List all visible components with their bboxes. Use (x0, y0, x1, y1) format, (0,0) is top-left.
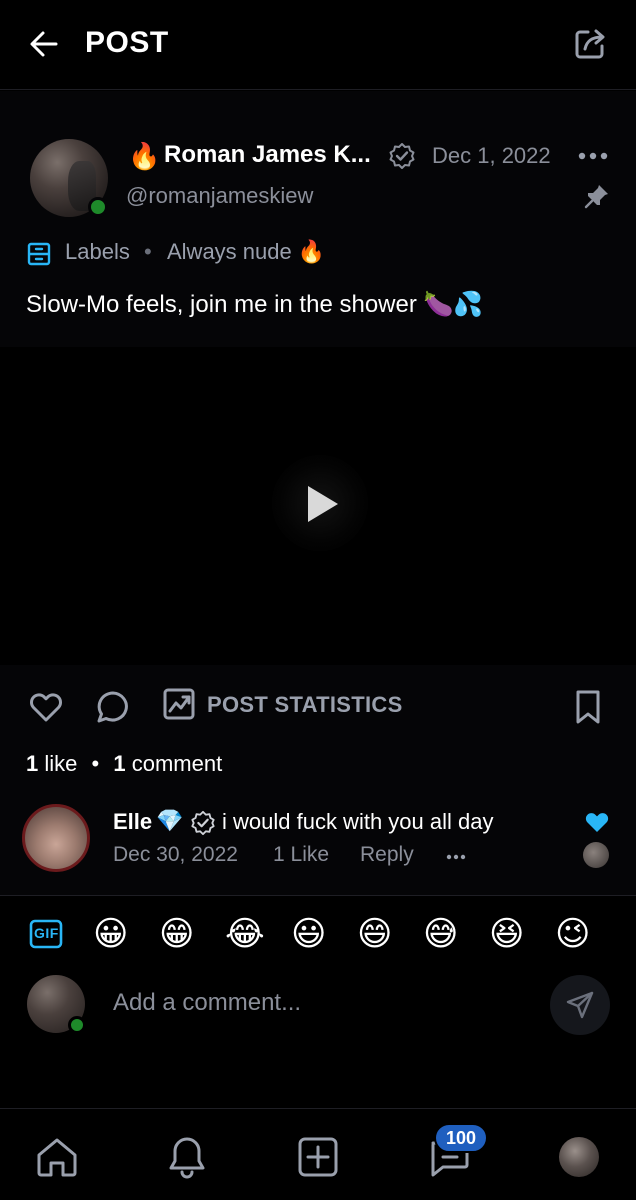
stats-icon (163, 688, 195, 720)
more-icon (446, 854, 466, 860)
gif-button[interactable]: GIF (29, 919, 63, 949)
label-tag[interactable]: Always nude 🔥 (167, 239, 325, 265)
nav-notifications[interactable] (163, 1133, 211, 1181)
post-actions: POST STATISTICS 1 like • 1 comment Elle … (0, 665, 636, 895)
play-button[interactable] (272, 455, 368, 551)
comments-word[interactable]: comment (132, 751, 222, 776)
verified-icon (191, 810, 215, 836)
nav-home[interactable] (33, 1133, 81, 1181)
comment-icon (97, 691, 128, 723)
commenter-name[interactable]: Elle (113, 809, 152, 835)
labels-separator: • (144, 239, 152, 264)
author-handle[interactable]: @romanjameskiew (126, 183, 313, 209)
likes-word[interactable]: like (44, 751, 77, 776)
heart-filled-icon (585, 813, 609, 832)
pin-icon (584, 185, 608, 209)
comment-more-button[interactable] (446, 849, 466, 860)
gif-label: GIF (34, 925, 59, 941)
emoji-tears-of-joy[interactable]: 😂 (225, 914, 265, 954)
play-icon (308, 486, 338, 522)
likes-count: 1 (26, 751, 39, 776)
author-name[interactable]: Roman James K... (164, 141, 371, 169)
more-options-button[interactable] (578, 149, 608, 163)
reply-button[interactable]: Reply (360, 843, 414, 867)
engagement-counts: 1 like • 1 comment (26, 751, 222, 777)
top-bar: POST (0, 0, 636, 90)
comment-text: i would fuck with you all day (222, 809, 494, 834)
comment-composer: GIF 😀 😁 😂 😃 😄 😅 😆 😉 (0, 895, 636, 1108)
emoji-grinning[interactable]: 😀 (93, 914, 128, 954)
emoji-beaming[interactable]: 😁 (159, 914, 194, 954)
like-button[interactable] (28, 689, 64, 725)
label-fire-emoji: 🔥 (297, 239, 326, 264)
comment-date: Dec 30, 2022 (113, 843, 238, 866)
back-button[interactable] (26, 26, 62, 62)
comment-like-count[interactable]: 1 Like (273, 843, 329, 867)
emoji-grinning-big-eyes[interactable]: 😃 (291, 914, 326, 954)
emoji-grinning-smiling-eyes[interactable]: 😄 (357, 914, 392, 954)
emoji-squinting[interactable]: 😆 (489, 914, 524, 954)
back-arrow-icon (30, 31, 58, 57)
post-date: Dec 1, 2022 (432, 143, 551, 168)
share-button[interactable] (570, 24, 610, 64)
share-icon (575, 29, 605, 59)
bookmark-button[interactable] (572, 689, 604, 725)
comments-count: 1 (113, 751, 126, 776)
emoji-sweat-smile[interactable]: 😅 (423, 914, 458, 954)
comment-button[interactable] (95, 689, 131, 725)
fire-emoji: 🔥 (128, 141, 161, 171)
messages-badge: 100 (434, 1123, 488, 1153)
emoji-winking[interactable]: 😉 (555, 914, 590, 954)
bell-icon (169, 1137, 205, 1179)
more-icon (578, 152, 608, 160)
post-text: Slow-Mo feels, join me in the shower 🍆💦 (26, 291, 484, 318)
diamond-badge-emoji: 💎 (156, 808, 184, 833)
labels-label: Labels (65, 239, 130, 264)
label-tag-text: Always nude (167, 239, 292, 264)
comment-like-button[interactable] (585, 811, 609, 833)
online-status-indicator (88, 197, 108, 217)
online-status-indicator (68, 1016, 86, 1034)
heart-icon (30, 693, 62, 722)
nav-profile-avatar[interactable] (559, 1137, 599, 1177)
counts-separator: • (91, 751, 100, 776)
add-post-icon (298, 1137, 338, 1177)
send-icon (566, 991, 594, 1019)
bottom-navigation: 100 (0, 1108, 636, 1200)
page-title: POST (85, 26, 169, 59)
liker-avatar (583, 842, 609, 868)
video-player[interactable] (0, 347, 636, 665)
post-statistics-label: POST STATISTICS (207, 692, 403, 717)
commenter-avatar[interactable] (22, 804, 90, 872)
comment-input[interactable] (113, 986, 533, 1020)
nav-add-post[interactable] (294, 1133, 342, 1181)
bookmark-icon (576, 690, 600, 724)
labels-icon (27, 242, 51, 266)
home-icon (37, 1138, 77, 1177)
verified-icon (389, 143, 415, 169)
post-header: 🔥 Roman James K... Dec 1, 2022 @romanjam… (0, 91, 636, 347)
send-button[interactable] (550, 975, 610, 1035)
